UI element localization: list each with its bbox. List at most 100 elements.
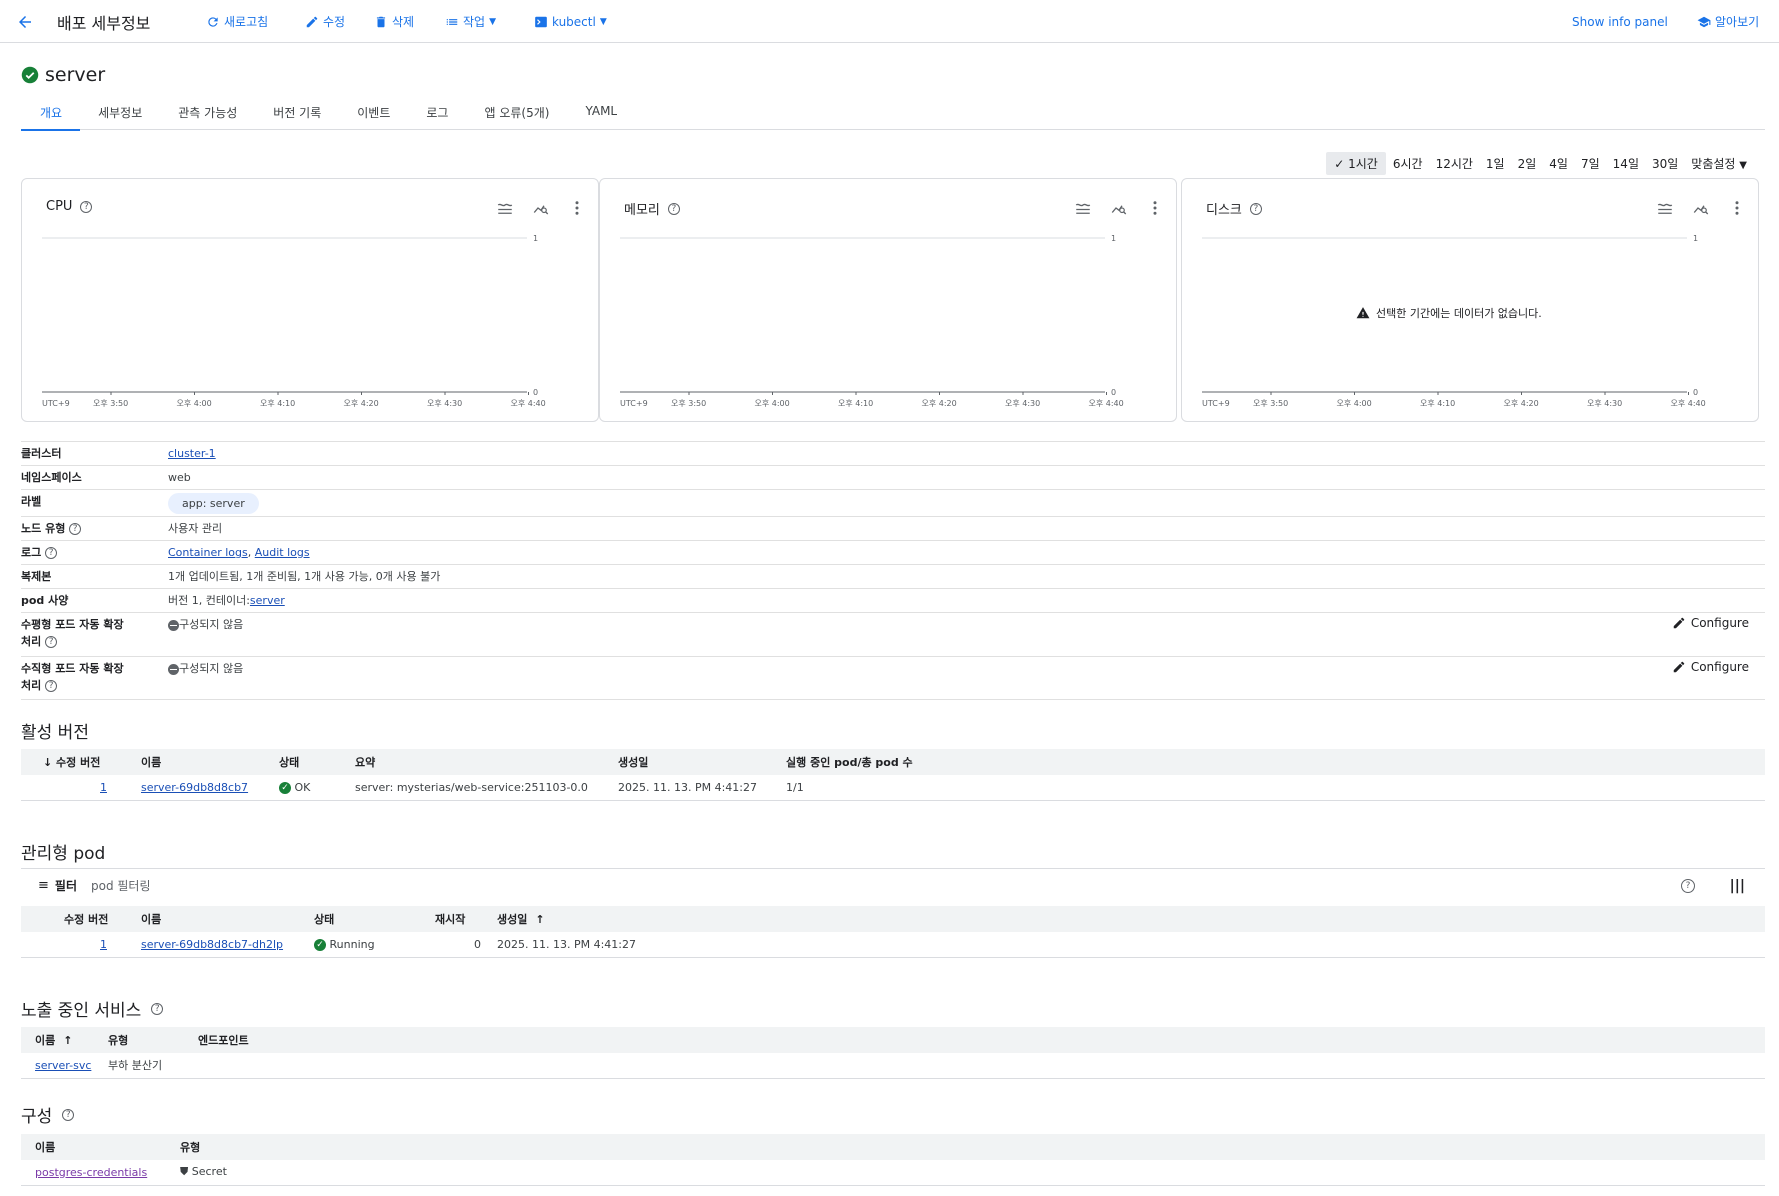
tab-logs[interactable]: 로그	[426, 100, 448, 130]
secret-link[interactable]: postgres-credentials	[35, 1166, 147, 1179]
hpa-configure-button[interactable]: Configure	[1672, 616, 1749, 630]
show-info-panel-button[interactable]: Show info panel	[1572, 0, 1668, 43]
back-button[interactable]	[16, 0, 34, 43]
configuration-table: 이름 유형 postgres-credentials ⛊ Secret	[21, 1134, 1765, 1186]
memory-chart-plot: 0 1 UTC+9 오후 3:50 오후 4:00 오후 4:10 오후 4:20 오후 4:…	[620, 234, 1124, 408]
col-created-header: 생성일	[618, 749, 786, 775]
hpa-value: 구성되지 않음	[179, 618, 244, 631]
table-header-row: 이름 ↑ 유형 엔드포인트	[21, 1027, 1765, 1053]
time-range-2d[interactable]: 2일	[1512, 152, 1543, 175]
detail-row-namespace: 네임스페이스 web	[21, 465, 1765, 489]
container-link[interactable]: server	[250, 594, 285, 607]
refresh-button[interactable]: 새로고침	[206, 0, 268, 43]
detail-row-pod-spec: pod 사양 버전 1, 컨테이너:server	[21, 588, 1765, 612]
time-range-custom[interactable]: 맞춤설정 ▼	[1685, 152, 1753, 175]
delete-button[interactable]: 삭제	[374, 0, 414, 43]
managed-pods-title: 관리형 pod	[21, 839, 105, 864]
time-range-1h-label: 1시간	[1348, 157, 1378, 171]
y-tick-label: 1	[1111, 234, 1116, 243]
shield-icon: ⛊	[180, 1165, 189, 1179]
help-icon[interactable]: ?	[45, 680, 58, 692]
time-range-30d[interactable]: 30일	[1646, 152, 1684, 175]
active-revisions-table: ↓ 수정 버전 이름 상태 요약 생성일 실행 중인 pod/총 pod 수 1…	[21, 749, 1765, 801]
cpu-chart-card: CPU ? 0 1 UTC+9 오후 3:50 오후 4:00 오후 4:10 오후 4:2…	[21, 178, 599, 422]
vpa-label-line2: 처리	[21, 679, 42, 692]
x-tick-label: 오후 4:40	[511, 399, 546, 408]
pods-cell: 1/1	[786, 775, 1765, 801]
time-range-1d[interactable]: 1일	[1480, 152, 1511, 175]
check-circle-icon	[21, 66, 39, 84]
time-range-6h[interactable]: 6시간	[1387, 152, 1429, 175]
hpa-label: 수평형 포드 자동 확장 처리 ?	[21, 613, 168, 656]
school-icon	[1697, 16, 1711, 27]
col-status-header: 상태	[279, 749, 355, 775]
pod-filter-input[interactable]: pod 필터링	[91, 877, 151, 894]
revision-link[interactable]: 1	[100, 938, 107, 951]
actions-label: 작업	[463, 15, 486, 29]
edit-label: 수정	[323, 15, 346, 29]
y-tick-label: 0	[1111, 388, 1116, 397]
kubectl-menu-button[interactable]: kubectl ▼	[534, 0, 607, 43]
container-logs-link[interactable]: Container logs	[168, 546, 248, 559]
column-display-icon[interactable]: |||	[1730, 878, 1745, 894]
configuration-title-text: 구성	[21, 1107, 53, 1127]
tab-overview[interactable]: 개요	[20, 100, 81, 131]
edit-button[interactable]: 수정	[305, 0, 345, 43]
pod-link[interactable]: server-69db8d8cb7-dh2lp	[141, 938, 283, 951]
terminal-icon	[535, 16, 547, 27]
check-circle-icon: ✓	[314, 938, 326, 951]
time-range-4d[interactable]: 4일	[1543, 152, 1574, 175]
help-icon[interactable]: ?	[151, 1002, 164, 1015]
tab-revision-history[interactable]: 버전 기록	[273, 100, 321, 130]
y-tick-label: 1	[1693, 234, 1698, 243]
x-tick-label: 오후 4:10	[838, 399, 873, 408]
time-range-1h[interactable]: ✓ 1시간	[1326, 152, 1386, 175]
help-icon[interactable]: ?	[45, 547, 58, 559]
help-icon[interactable]: ?	[62, 1108, 75, 1121]
cpu-chart-plot: 0 1 UTC+9 오후 3:50 오후 4:00 오후 4:10 오후 4:20 오후 4:…	[42, 234, 546, 408]
help-icon[interactable]: ?	[1681, 878, 1695, 893]
tab-observability[interactable]: 관측 가능성	[178, 100, 237, 130]
time-range-7d[interactable]: 7일	[1575, 152, 1606, 175]
vpa-configure-button[interactable]: Configure	[1672, 660, 1749, 674]
replicas-value: 1개 업데이트됨, 1개 준비됨, 1개 사용 가능, 0개 사용 불가	[168, 570, 441, 583]
cluster-link[interactable]: cluster-1	[168, 447, 216, 460]
detail-row-replicas: 복제본 1개 업데이트됨, 1개 준비됨, 1개 사용 가능, 0개 사용 불가	[21, 564, 1765, 588]
type-text: Secret	[191, 1165, 227, 1179]
info-panel-label: Show info panel	[1572, 14, 1668, 29]
chevron-down-icon: ▼	[489, 16, 497, 27]
help-icon[interactable]: ?	[45, 636, 58, 648]
refresh-icon	[208, 16, 218, 27]
learn-button[interactable]: 알아보기	[1697, 0, 1759, 43]
exposed-services-title-text: 노출 중인 서비스	[21, 1001, 142, 1021]
col-created-header[interactable]: 생성일 ↑	[497, 906, 1765, 932]
col-name-header[interactable]: 이름 ↑	[21, 1027, 108, 1053]
service-link[interactable]: server-svc	[35, 1059, 91, 1072]
col-summary-header: 요약	[355, 749, 618, 775]
chevron-down-icon: ▼	[599, 16, 607, 27]
col-revision-header[interactable]: ↓ 수정 버전	[21, 749, 141, 775]
tab-details[interactable]: 세부정보	[98, 100, 142, 130]
tab-yaml[interactable]: YAML	[585, 100, 617, 130]
time-range-14d[interactable]: 14일	[1607, 152, 1645, 175]
replicaset-link[interactable]: server-69db8d8cb7	[141, 781, 248, 794]
refresh-label: 새로고침	[224, 15, 269, 29]
help-icon[interactable]: ?	[69, 523, 82, 535]
audit-logs-link[interactable]: Audit logs	[255, 546, 310, 559]
check-icon: ✓	[1334, 157, 1349, 171]
node-type-value: 사용자 관리	[168, 522, 223, 535]
vpa-label-line1: 수직형 포드 자동 확장	[21, 662, 124, 675]
namespace-value: web	[168, 471, 191, 484]
revision-link[interactable]: 1	[100, 781, 107, 794]
logs-label-text: 로그	[21, 546, 42, 559]
col-name-header: 이름	[141, 906, 314, 932]
tab-app-errors[interactable]: 앱 오류(5개)	[484, 100, 549, 130]
actions-menu-button[interactable]: 작업 ▼	[445, 0, 496, 43]
tab-events[interactable]: 이벤트	[357, 100, 390, 130]
time-range-12h[interactable]: 12시간	[1430, 152, 1479, 175]
pod-spec-prefix: 버전 1, 컨테이너:	[168, 594, 250, 607]
dropdown-arrow-icon: ▼	[1739, 160, 1747, 171]
x-tick-label: 오후 4:20	[344, 399, 379, 408]
delete-label: 삭제	[392, 15, 415, 29]
x-tick-label: 오후 4:40	[1671, 399, 1706, 408]
